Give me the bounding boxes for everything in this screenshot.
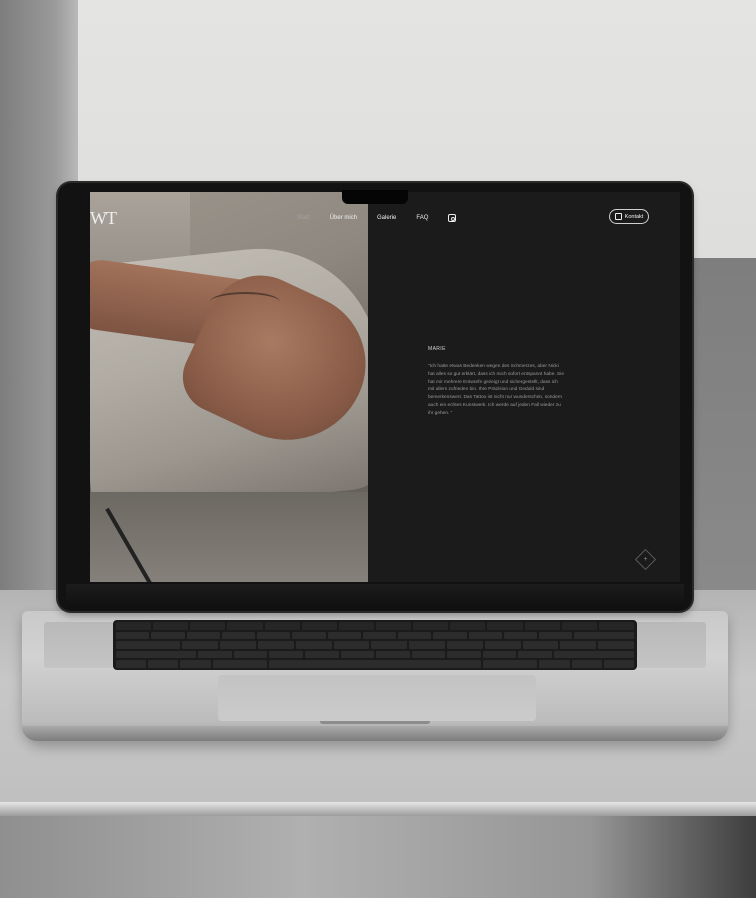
camera-notch xyxy=(342,190,408,204)
laptop-display-chin xyxy=(66,584,684,610)
plus-icon: + xyxy=(643,556,648,563)
main-nav: Start Über mich Galerie FAQ xyxy=(297,214,457,222)
laptop-keyboard xyxy=(113,620,637,670)
trackpad xyxy=(218,675,536,721)
testimonial-text: "Ich hatte etwas Bedenken wegen des Schm… xyxy=(428,364,564,416)
calendar-icon xyxy=(614,213,622,220)
decorative-arc xyxy=(564,268,680,510)
contact-button[interactable]: Kontakt xyxy=(609,209,649,224)
contact-button-label: Kontakt xyxy=(624,213,644,220)
site-logo[interactable]: WT xyxy=(90,208,117,229)
hero-photo xyxy=(90,192,368,582)
desk-edge xyxy=(0,802,756,816)
laptop-speaker xyxy=(636,622,706,668)
laptop-speaker xyxy=(44,622,114,668)
wall-shadow xyxy=(690,258,756,603)
instagram-icon[interactable] xyxy=(448,214,457,222)
desk-front xyxy=(0,816,756,898)
nav-item-ueber-mich[interactable]: Über mich xyxy=(330,215,357,221)
testimonial-author: MARIE xyxy=(428,346,446,352)
nav-item-galerie[interactable]: Galerie xyxy=(377,215,396,221)
nav-item-start[interactable]: Start xyxy=(297,215,310,221)
nav-item-faq[interactable]: FAQ xyxy=(416,215,428,221)
laptop-screen: WT Start Über mich Galerie FAQ Kontakt M… xyxy=(90,192,680,582)
laptop-base-edge xyxy=(22,726,728,741)
